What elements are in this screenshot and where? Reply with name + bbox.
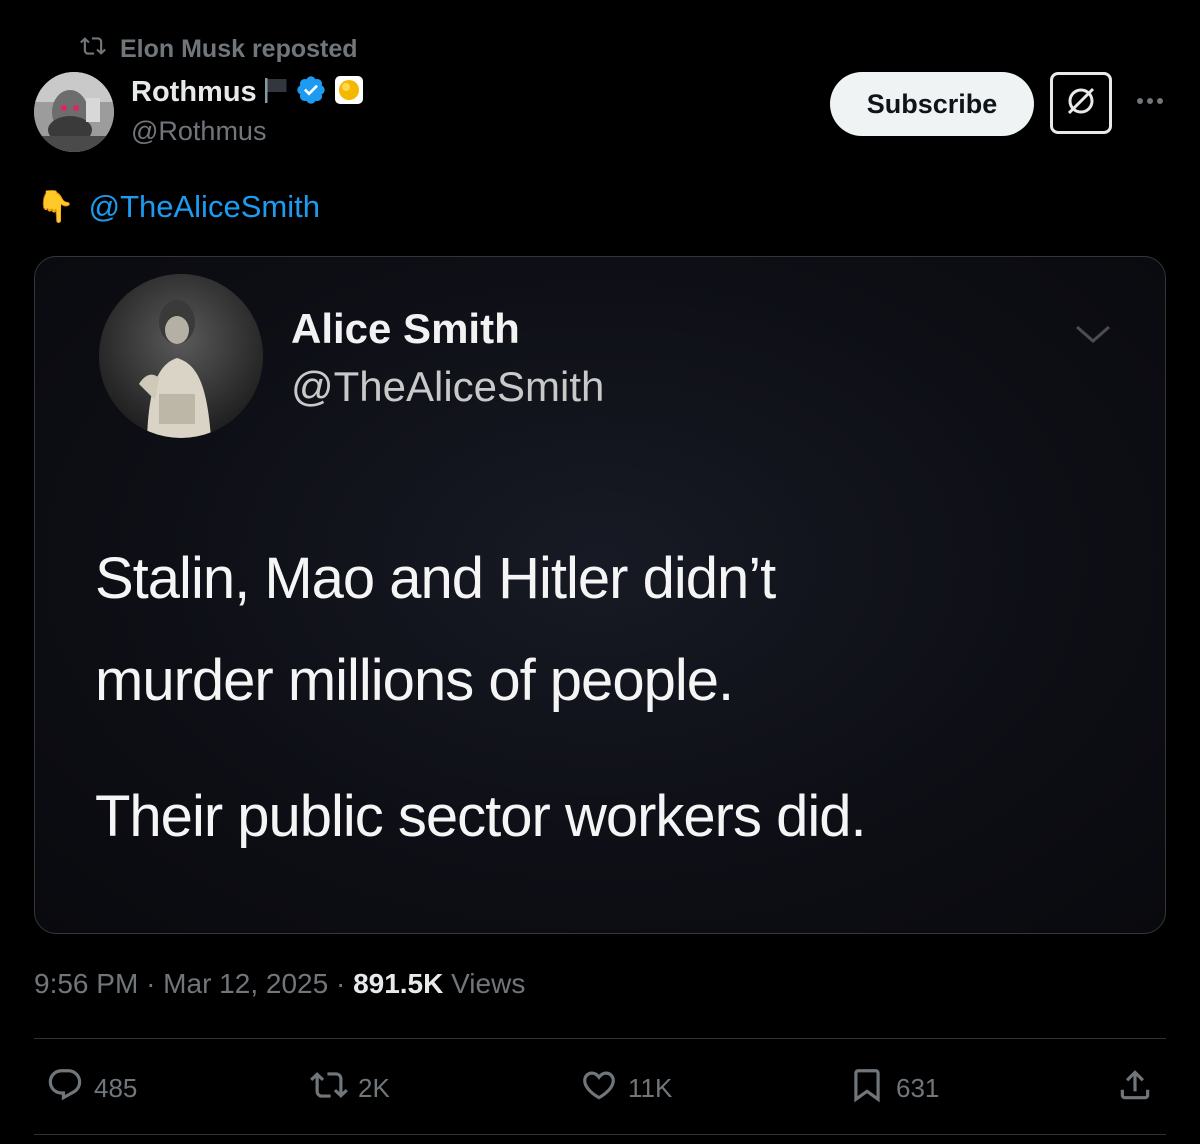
- tweet-date[interactable]: Mar 12, 2025: [163, 968, 328, 999]
- quoted-text-line: Stalin, Mao and Hitler didn’t: [95, 546, 776, 611]
- meta-separator: ·: [335, 968, 346, 999]
- repost-icon: [80, 33, 106, 66]
- pointing-down-emoji: 👇: [36, 189, 75, 224]
- reply-icon: [46, 1066, 84, 1111]
- affiliate-badge-icon[interactable]: [333, 74, 365, 111]
- author-name-row[interactable]: Rothmus: [131, 74, 365, 111]
- more-dot-icon: [1147, 98, 1153, 104]
- divider: [34, 1038, 1166, 1039]
- author-display-name[interactable]: Rothmus: [131, 76, 257, 109]
- tweet-media-image[interactable]: Alice Smith @TheAliceSmith Stalin, Mao a…: [34, 256, 1166, 934]
- verified-badge-icon[interactable]: [295, 74, 327, 111]
- repost-button[interactable]: 2K: [310, 1066, 390, 1111]
- flag-icon: [263, 75, 289, 110]
- quoted-avatar: [99, 274, 263, 438]
- author-handle[interactable]: @Rothmus: [131, 116, 266, 147]
- repost-indicator[interactable]: Elon Musk reposted: [80, 33, 358, 66]
- bookmark-count: 631: [896, 1073, 940, 1103]
- tweet-text: 👇 @TheAliceSmith: [36, 188, 320, 225]
- tweet-meta: 9:56 PM · Mar 12, 2025 · 891.5K Views: [34, 968, 525, 1000]
- reply-count: 485: [94, 1073, 138, 1103]
- author-avatar[interactable]: [34, 72, 114, 152]
- views-count: 891.5K: [353, 968, 444, 999]
- mention-link[interactable]: @TheAliceSmith: [89, 189, 320, 225]
- repost-count: 2K: [358, 1073, 390, 1103]
- bookmark-button[interactable]: 631: [848, 1066, 939, 1111]
- like-button[interactable]: 11K: [580, 1066, 672, 1111]
- quoted-display-name: Alice Smith: [291, 305, 520, 352]
- more-dot-icon: [1137, 98, 1143, 104]
- more-options-button[interactable]: [1132, 86, 1168, 116]
- share-icon: [1116, 1066, 1154, 1111]
- divider: [34, 1134, 1166, 1135]
- like-count: 11K: [628, 1073, 673, 1103]
- grok-icon: [1063, 83, 1099, 124]
- heart-icon: [580, 1066, 618, 1111]
- quoted-handle: @TheAliceSmith: [291, 363, 605, 410]
- repost-label: Elon Musk reposted: [120, 35, 358, 63]
- more-dot-icon: [1157, 98, 1163, 104]
- grok-button[interactable]: [1050, 72, 1112, 134]
- bookmark-icon: [848, 1066, 886, 1111]
- quoted-text-line: Their public sector workers did.: [95, 784, 867, 849]
- quoted-text-line: murder millions of people.: [95, 648, 734, 713]
- tweet-time[interactable]: 9:56 PM: [34, 968, 138, 999]
- repost-icon: [310, 1066, 348, 1111]
- chevron-down-icon: [1071, 319, 1115, 349]
- subscribe-button[interactable]: Subscribe: [830, 72, 1034, 136]
- reply-button[interactable]: 485: [46, 1066, 137, 1111]
- meta-separator: ·: [146, 968, 156, 999]
- views-label: Views: [451, 968, 526, 999]
- share-button[interactable]: [1116, 1066, 1154, 1111]
